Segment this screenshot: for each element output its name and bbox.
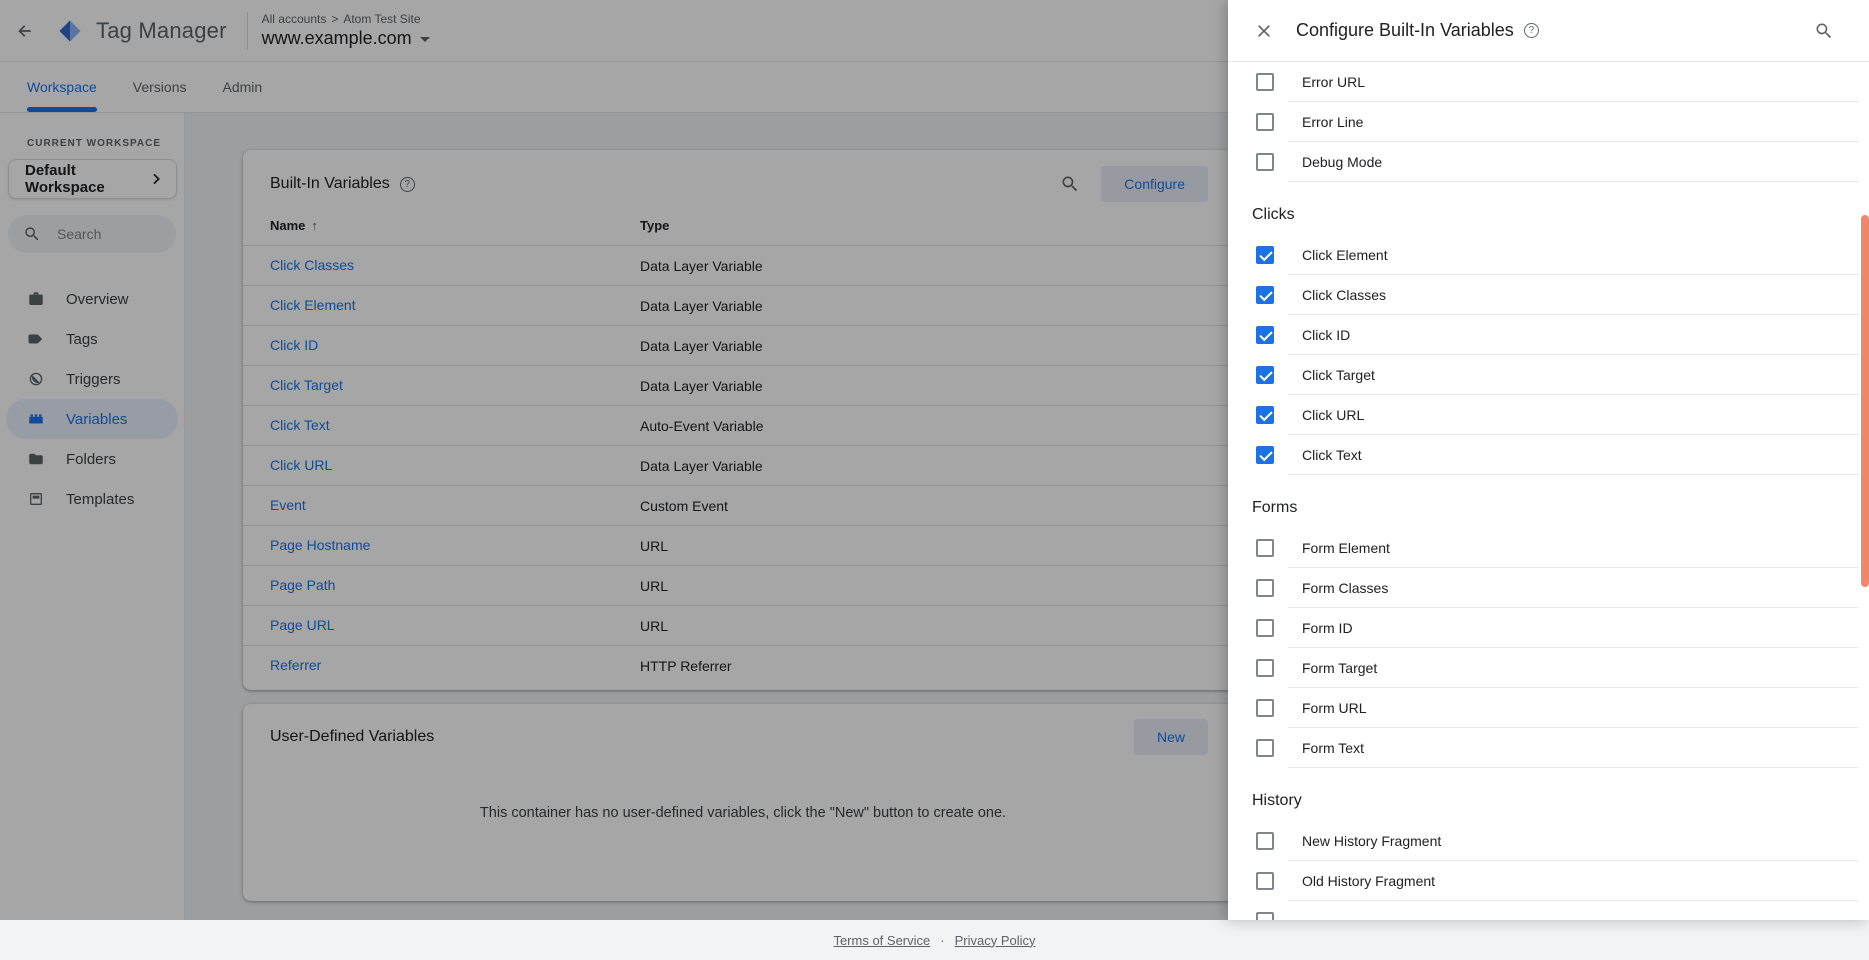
variable-option-row[interactable]: New History Fragment xyxy=(1228,821,1869,861)
checkbox-checked[interactable] xyxy=(1256,366,1274,384)
close-icon[interactable] xyxy=(1254,21,1274,41)
variable-option-label: Form Element xyxy=(1302,540,1390,556)
variable-option-row[interactable]: Error Line xyxy=(1228,102,1869,142)
section-heading-forms: Forms xyxy=(1252,498,1298,516)
variable-option-row[interactable]: Old History Fragment xyxy=(1228,861,1869,901)
checkbox-unchecked[interactable] xyxy=(1256,739,1274,757)
checkbox-unchecked[interactable] xyxy=(1256,872,1274,890)
variable-option-row[interactable]: Click Classes xyxy=(1228,275,1869,315)
checkbox-unchecked[interactable] xyxy=(1256,912,1274,920)
section-heading-clicks: Clicks xyxy=(1252,205,1295,223)
checkbox-unchecked[interactable] xyxy=(1256,832,1274,850)
variable-option-row[interactable]: Click Text xyxy=(1228,435,1869,475)
variable-option-row[interactable]: Form URL xyxy=(1228,688,1869,728)
variable-option-label: Debug Mode xyxy=(1302,154,1383,170)
checkbox-unchecked[interactable] xyxy=(1256,539,1274,557)
checkbox-checked[interactable] xyxy=(1256,286,1274,304)
variable-option-label: Click Element xyxy=(1302,247,1388,263)
configure-variables-panel: Configure Built-In Variables ? Error URL… xyxy=(1228,0,1869,920)
variable-option-label: Form Target xyxy=(1302,660,1378,676)
variable-option-row[interactable]: Click Target xyxy=(1228,355,1869,395)
checkbox-unchecked[interactable] xyxy=(1256,73,1274,91)
variable-option-label: Click Target xyxy=(1302,367,1375,383)
footer-link-terms-of-service[interactable]: Terms of Service xyxy=(833,933,930,948)
variable-option-row[interactable]: Form Element xyxy=(1228,528,1869,568)
variable-option-label: Old History Fragment xyxy=(1302,873,1436,889)
partial-row[interactable] xyxy=(1228,901,1869,920)
variable-option-label: Form Text xyxy=(1302,740,1364,756)
page-footer: Terms of Service · Privacy Policy xyxy=(0,920,1869,960)
variable-option-row[interactable]: Click ID xyxy=(1228,315,1869,355)
variable-option-label: Click Text xyxy=(1302,447,1362,463)
variable-option-row[interactable]: Form ID xyxy=(1228,608,1869,648)
variable-option-label: Error URL xyxy=(1302,74,1366,90)
variable-option-row[interactable]: Click URL xyxy=(1228,395,1869,435)
checkbox-checked[interactable] xyxy=(1256,246,1274,264)
panel-help-icon[interactable]: ? xyxy=(1523,23,1539,38)
variable-option-label: Click Classes xyxy=(1302,287,1387,303)
checkbox-unchecked[interactable] xyxy=(1256,113,1274,131)
checkbox-unchecked[interactable] xyxy=(1256,579,1274,597)
footer-link-privacy-policy[interactable]: Privacy Policy xyxy=(955,933,1036,948)
variable-option-label: Form URL xyxy=(1302,700,1367,716)
variables-checklist: Error URL Error Line Debug Mode Clicks Click… xyxy=(1228,62,1869,901)
checkbox-checked[interactable] xyxy=(1256,446,1274,464)
variable-option-label: New History Fragment xyxy=(1302,833,1442,849)
checkbox-unchecked[interactable] xyxy=(1256,153,1274,171)
variable-option-label: Click ID xyxy=(1302,327,1351,343)
checkbox-checked[interactable] xyxy=(1256,406,1274,424)
variable-option-row[interactable]: Form Classes xyxy=(1228,568,1869,608)
variable-option-label: Click URL xyxy=(1302,407,1365,423)
panel-header: Configure Built-In Variables ? xyxy=(1228,0,1869,62)
variable-option-row[interactable]: Click Element xyxy=(1228,235,1869,275)
checkbox-unchecked[interactable] xyxy=(1256,619,1274,637)
footer-separator: · xyxy=(940,932,945,948)
variable-option-row[interactable]: Error URL xyxy=(1228,62,1869,102)
section-heading-history: History xyxy=(1252,791,1302,809)
variable-option-row[interactable]: Form Text xyxy=(1228,728,1869,768)
panel-title: Configure Built-In Variables xyxy=(1296,20,1514,40)
variable-option-label: Form Classes xyxy=(1302,580,1389,596)
checkbox-unchecked[interactable] xyxy=(1256,659,1274,677)
panel-scrollbar[interactable] xyxy=(1861,215,1869,587)
checkbox-unchecked[interactable] xyxy=(1256,699,1274,717)
variable-option-label: Form ID xyxy=(1302,620,1353,636)
checkbox-checked[interactable] xyxy=(1256,326,1274,344)
variable-option-row[interactable]: Debug Mode xyxy=(1228,142,1869,182)
variable-option-label: Error Line xyxy=(1302,114,1364,130)
panel-search-icon[interactable] xyxy=(1807,14,1841,48)
variable-option-row[interactable]: Form Target xyxy=(1228,648,1869,688)
